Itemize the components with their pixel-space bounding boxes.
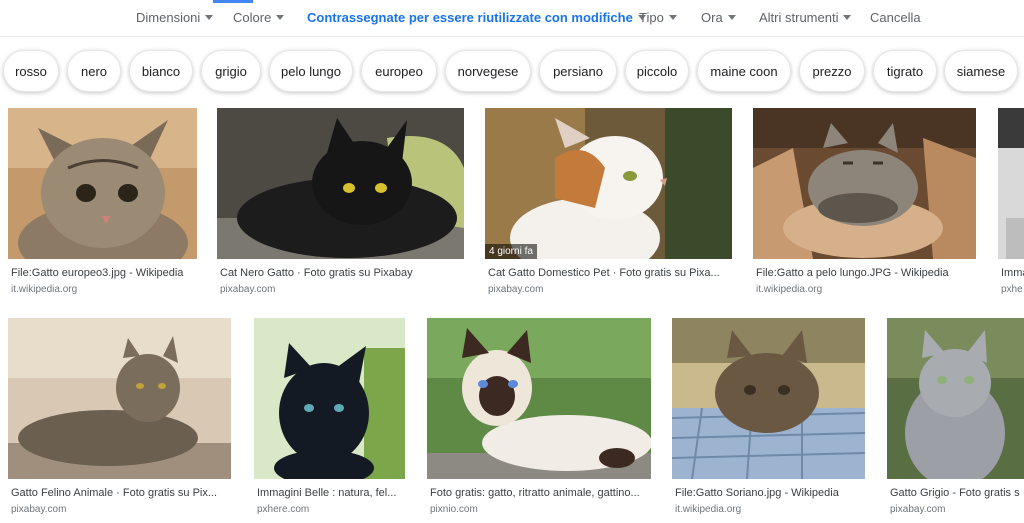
chip-grigio[interactable]: grigio [201, 50, 261, 92]
image-result[interactable]: Gatto Grigio - Foto gratis s pixabay.com [887, 318, 1024, 518]
result-source: it.wikipedia.org [675, 504, 742, 515]
chip-label: nero [80, 63, 108, 79]
chip-label: norvegese [457, 63, 519, 79]
image-result[interactable]: Cat Nero Gatto · Foto gratis su Pixabay … [217, 108, 464, 298]
color-filter-indicator [213, 0, 253, 3]
chip-label: tigrato [886, 63, 924, 79]
result-title: File:Gatto europeo3.jpg - Wikipedia [11, 267, 184, 279]
result-title: Gatto Grigio - Foto gratis s [890, 487, 1020, 499]
chevron-down-icon [843, 15, 852, 20]
related-search-chips: rosso nero bianco grigio pelo lungo euro… [0, 48, 1024, 96]
tool-dimensioni[interactable]: Dimensioni [136, 10, 214, 25]
result-age-badge: 4 giorni fa [485, 244, 537, 259]
result-thumbnail [998, 108, 1024, 259]
chip-label: maine coon [710, 63, 778, 79]
chip-maine-coon[interactable]: maine coon [697, 50, 791, 92]
image-result[interactable]: Foto gratis: gatto, ritratto animale, ga… [427, 318, 651, 518]
chip-norvegese[interactable]: norvegese [445, 50, 531, 92]
tool-label: Tipo [639, 10, 664, 25]
image-result[interactable]: Gatto Felino Animale · Foto gratis su Pi… [8, 318, 231, 518]
chip-persiano[interactable]: persiano [539, 50, 617, 92]
tool-ora[interactable]: Ora [701, 10, 736, 25]
chip-label: pelo lungo [281, 63, 341, 79]
result-thumbnail [753, 108, 976, 259]
result-thumbnail [8, 108, 197, 259]
chip-label: europeo [375, 63, 423, 79]
chip-tigrato[interactable]: tigrato [873, 50, 937, 92]
chip-rosso[interactable]: rosso [3, 50, 59, 92]
chip-label: persiano [553, 63, 603, 79]
tool-colore[interactable]: Colore [233, 10, 285, 25]
chip-siamese[interactable]: siamese [944, 50, 1018, 92]
result-source: pixabay.com [11, 504, 67, 515]
chip-nero[interactable]: nero [67, 50, 121, 92]
result-thumbnail [254, 318, 405, 479]
result-source: pixabay.com [488, 284, 544, 295]
image-result[interactable]: File:Gatto a pelo lungo.JPG - Wikipedia … [753, 108, 976, 298]
result-source: pxhe [1001, 284, 1023, 295]
result-title: File:Gatto a pelo lungo.JPG - Wikipedia [756, 267, 949, 279]
tool-usage-rights[interactable]: Contrassegnate per essere riutilizzate c… [307, 10, 646, 25]
chip-europeo[interactable]: europeo [361, 50, 437, 92]
tool-label: Ora [701, 10, 723, 25]
tool-label: Contrassegnate per essere riutilizzate c… [307, 10, 633, 25]
result-source: pixabay.com [890, 504, 946, 515]
result-thumbnail [887, 318, 1024, 479]
chip-bianco[interactable]: bianco [129, 50, 193, 92]
search-tools-bar: Dimensioni Colore Contrassegnate per ess… [0, 0, 1024, 37]
result-thumbnail [672, 318, 865, 479]
result-title: Immagini Belle : natura, fel... [257, 487, 397, 499]
tool-tipo[interactable]: Tipo [639, 10, 677, 25]
image-result[interactable]: Imma pxhe [998, 108, 1024, 298]
result-title: Gatto Felino Animale · Foto gratis su Pi… [11, 487, 218, 499]
result-thumbnail [8, 318, 231, 479]
chip-label: grigio [215, 63, 247, 79]
chip-piccolo[interactable]: piccolo [625, 50, 689, 92]
result-title: Cat Gatto Domestico Pet · Foto gratis su… [488, 267, 720, 279]
tool-label: Dimensioni [136, 10, 201, 25]
chevron-down-icon [276, 15, 285, 20]
chip-prezzo[interactable]: prezzo [799, 50, 865, 92]
result-title: Cat Nero Gatto · Foto gratis su Pixabay [220, 267, 413, 279]
chip-label: bianco [141, 63, 181, 79]
tool-altri-strumenti[interactable]: Altri strumenti [759, 10, 852, 25]
chip-label: siamese [956, 63, 1006, 79]
image-result[interactable]: Immagini Belle : natura, fel... pxhere.c… [254, 318, 405, 518]
result-title: File:Gatto Soriano.jpg - Wikipedia [675, 487, 839, 499]
result-source: it.wikipedia.org [11, 284, 78, 295]
result-source: pixnio.com [430, 504, 478, 515]
result-source: pixabay.com [220, 284, 276, 295]
tool-label: Cancella [870, 10, 921, 25]
result-source: it.wikipedia.org [756, 284, 823, 295]
tool-cancella[interactable]: Cancella [870, 10, 921, 25]
chip-label: piccolo [636, 63, 678, 79]
chip-pelo-lungo[interactable]: pelo lungo [269, 50, 353, 92]
image-result[interactable]: File:Gatto europeo3.jpg - Wikipedia it.w… [8, 108, 197, 298]
chevron-down-icon [668, 15, 677, 20]
image-result[interactable]: 4 giorni fa Cat Gatto Domestico Pet · Fo… [485, 108, 732, 298]
result-thumbnail [427, 318, 651, 479]
chevron-down-icon [727, 15, 736, 20]
result-thumbnail [217, 108, 464, 259]
result-source: pxhere.com [257, 504, 310, 515]
chip-label: rosso [15, 63, 47, 79]
chip-label: prezzo [812, 63, 852, 79]
result-title: Foto gratis: gatto, ritratto animale, ga… [430, 487, 640, 499]
result-thumbnail: 4 giorni fa [485, 108, 732, 259]
chevron-down-icon [205, 15, 214, 20]
image-result[interactable]: File:Gatto Soriano.jpg - Wikipedia it.wi… [672, 318, 865, 518]
tool-label: Colore [233, 10, 272, 25]
result-title: Imma [1001, 267, 1024, 279]
tool-label: Altri strumenti [759, 10, 839, 25]
